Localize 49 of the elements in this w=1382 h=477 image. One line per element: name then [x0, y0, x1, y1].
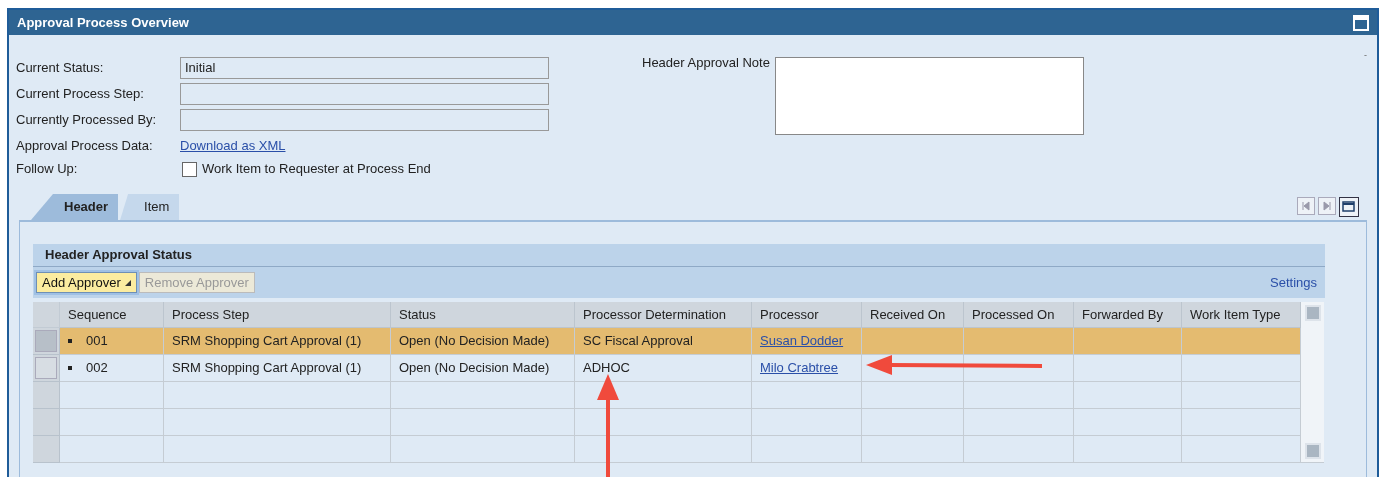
table-cell: SC Fiscal Approval [575, 328, 752, 355]
selector-cell [33, 409, 60, 436]
selector-cell [33, 382, 60, 409]
column-header[interactable]: Status [391, 302, 575, 328]
sequence-number: 002 [86, 359, 108, 378]
window-title: Approval Process Overview [17, 13, 189, 32]
column-header[interactable]: Processed On [964, 302, 1074, 328]
first-page-icon[interactable] [1297, 197, 1315, 215]
section-title: Header Approval Status [45, 246, 192, 265]
tab[interactable]: Item [120, 194, 180, 220]
field-label: Current Process Step: [16, 85, 145, 104]
corner-mark: - [1364, 49, 1367, 62]
column-header[interactable]: Processor [752, 302, 862, 328]
field-label: Current Status: [16, 59, 105, 78]
input-field[interactable]: Initial [180, 57, 549, 79]
checkbox-label: Work Item to Requester at Process End [202, 160, 431, 179]
header-cell [33, 302, 60, 328]
table-cell: Open (No Decision Made) [391, 355, 575, 382]
field-label: Approval Process Data: [16, 137, 154, 156]
column-header[interactable]: Process Step [164, 302, 391, 328]
scroll-down-icon[interactable] [1304, 443, 1321, 459]
processor-link[interactable]: Milo Crabtree [760, 358, 839, 378]
window-icon[interactable] [1339, 197, 1359, 217]
bullet-icon [68, 339, 72, 343]
processor-link[interactable]: Susan Dodder [760, 331, 844, 351]
bullet-icon [68, 366, 72, 370]
sequence-number: 001 [86, 332, 108, 351]
maximize-icon[interactable] [1353, 14, 1369, 31]
settings-link[interactable]: Settings [1270, 272, 1317, 293]
checkbox[interactable] [182, 161, 197, 177]
table-cell: Open (No Decision Made) [391, 328, 575, 355]
selector-cell [33, 436, 60, 463]
scroll-up-icon[interactable] [1304, 305, 1321, 321]
tab[interactable]: Header [31, 194, 119, 220]
field-label: Follow Up: [16, 160, 79, 179]
caret-icon [124, 279, 131, 286]
field-label: Header Approval Note [642, 54, 770, 72]
table-cell: SRM Shopping Cart Approval (1) [164, 328, 391, 355]
column-header[interactable]: Processor Determination [575, 302, 752, 328]
table-cell: SRM Shopping Cart Approval (1) [164, 355, 391, 382]
column-header[interactable]: Sequence [60, 302, 164, 328]
column-header[interactable]: Forwarded By [1074, 302, 1182, 328]
download-link[interactable]: Download as XML [180, 136, 286, 156]
menu-button[interactable]: Add Approver [36, 272, 137, 293]
column-header[interactable]: Received On [862, 302, 964, 328]
field-label: Currently Processed By: [16, 111, 158, 130]
table-row[interactable]: 001 SRM Shopping Cart Approval (1) Open (No Decision Made) SC Fiscal Approval Susan Dodder [33, 328, 1301, 355]
scrollbar[interactable] [1301, 302, 1324, 463]
column-header[interactable]: Work Item Type [1182, 302, 1301, 328]
